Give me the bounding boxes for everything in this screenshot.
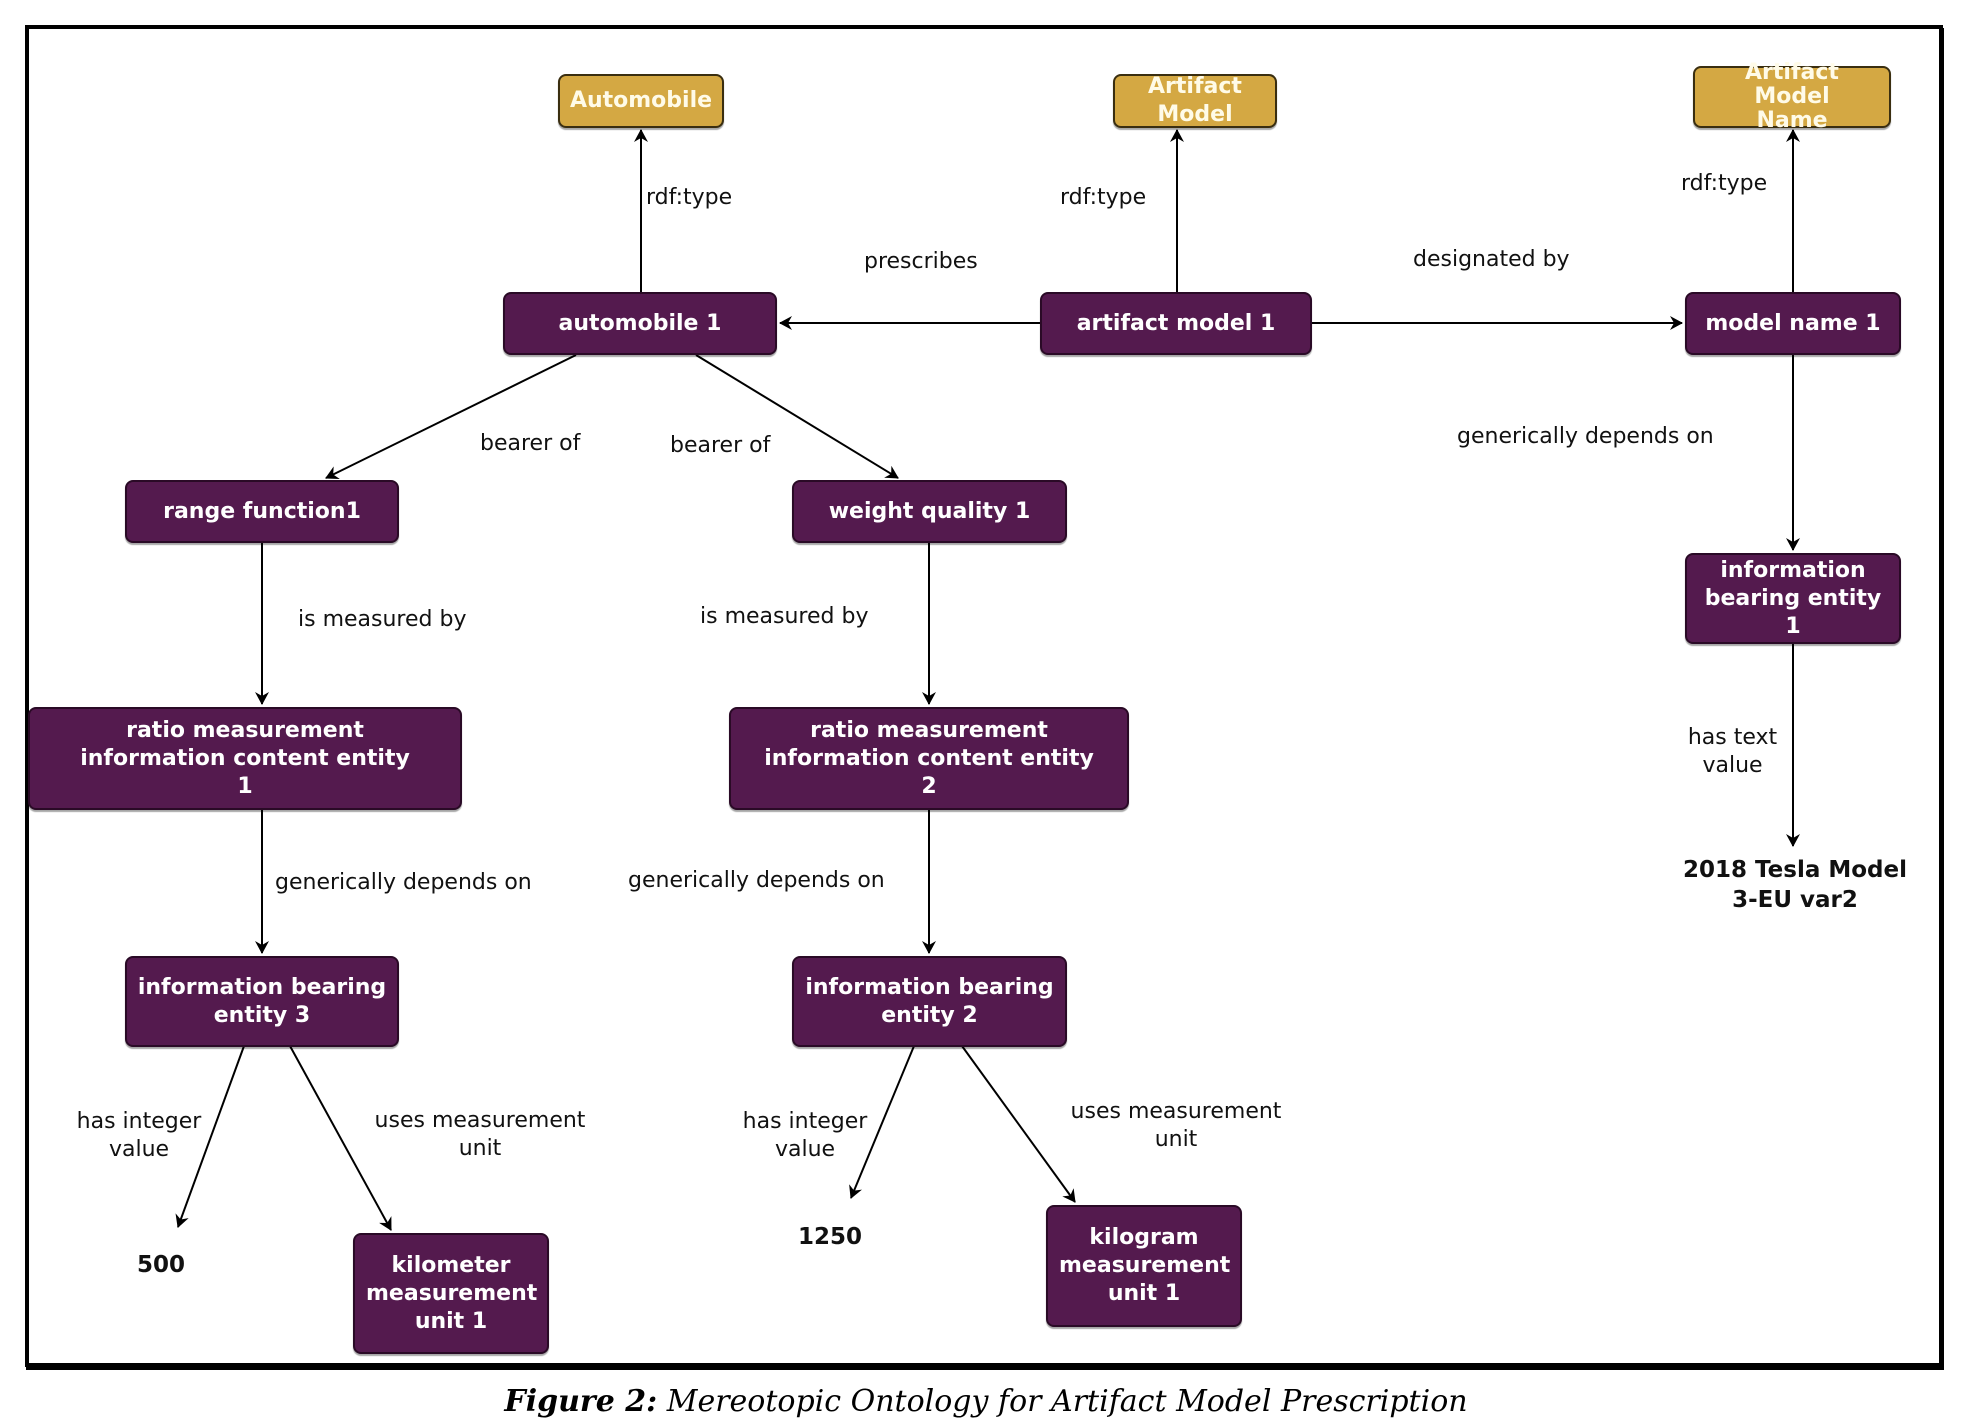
class-label: Artifact Model	[1148, 74, 1242, 127]
literal-range-value: 500	[136, 1252, 185, 1278]
node-weight-quality-1[interactable]: weight quality 1	[792, 480, 1067, 543]
node-automobile-1[interactable]: automobile 1	[503, 292, 777, 355]
class-node-automobile[interactable]: Automobile	[558, 74, 724, 128]
class-label: Artifact Model Name	[1745, 60, 1839, 133]
node-label: artifact model 1	[1076, 310, 1276, 336]
node-label: kilogram measurement unit 1	[1059, 1225, 1231, 1306]
edge-label-depends-on-name: generically depends on	[1457, 424, 1714, 449]
literal-model-name-text: 2018 Tesla Model 3-EU var2	[1683, 857, 1907, 913]
node-artifact-model-1[interactable]: artifact model 1	[1040, 292, 1312, 355]
caption-text: Mereotopic Ontology for Artifact Model P…	[666, 1384, 1468, 1419]
node-label: kilometer measurement unit 1	[366, 1252, 538, 1334]
node-range-function-1[interactable]: range function1	[125, 480, 399, 543]
edge-label-designated-by: designated by	[1413, 247, 1570, 272]
figure-caption: Figure 2: Mereotopic Ontology for Artifa…	[0, 1382, 1972, 1422]
class-label: Automobile	[569, 88, 713, 113]
edge-label-has-integer-value-1: has integer value	[76, 1109, 202, 1162]
edge-label-prescribes: prescribes	[864, 249, 978, 274]
edge-label-depends-on-2: generically depends on	[628, 868, 885, 893]
node-label: information bearing entity 1	[1704, 557, 1882, 639]
node-kilogram-unit-1[interactable]: kilogram measurement unit 1	[1046, 1205, 1242, 1327]
edge-label-model-name-type: rdf:type	[1681, 171, 1768, 196]
edge-label-bearer-of-weight: bearer of	[670, 433, 771, 458]
node-label: range function1	[163, 498, 361, 524]
edge-label-artifact-model-type: rdf:type	[1060, 185, 1147, 210]
node-label: information bearing entity 2	[805, 974, 1054, 1028]
node-ibe-3[interactable]: information bearing entity 3	[125, 956, 399, 1047]
class-node-artifact-model[interactable]: Artifact Model	[1113, 74, 1277, 128]
edge-label-uses-unit-2: uses measurement unit	[1070, 1099, 1282, 1152]
node-label: ratio measurement information content en…	[764, 717, 1094, 799]
edges-layer	[175, 129, 1800, 1231]
edge-label-has-integer-value-2: has integer value	[742, 1109, 868, 1162]
node-label: information bearing entity 3	[137, 974, 387, 1028]
node-label: automobile 1	[558, 310, 722, 336]
edge-label-depends-on-1: generically depends on	[275, 870, 532, 895]
node-ratio-mice-1[interactable]: ratio measurement information content en…	[28, 707, 462, 810]
node-label: model name 1	[1705, 310, 1881, 336]
node-ratio-mice-2[interactable]: ratio measurement information content en…	[729, 707, 1129, 810]
node-model-name-1[interactable]: model name 1	[1685, 292, 1901, 355]
node-ibe-1[interactable]: information bearing entity 1	[1685, 553, 1901, 644]
node-label: weight quality 1	[828, 498, 1031, 524]
node-label: ratio measurement information content en…	[80, 717, 410, 799]
caption-figure-number: Figure 2:	[504, 1384, 658, 1419]
literal-weight-value: 1250	[797, 1224, 862, 1250]
edge-label-has-text-value: has text value	[1687, 725, 1778, 778]
edge-bearer-of-range	[325, 354, 577, 479]
edge-label-bearer-of-range: bearer of	[480, 431, 581, 456]
edge-label-measured-by-weight: is measured by	[700, 604, 869, 629]
node-ibe-2[interactable]: information bearing entity 2	[792, 956, 1067, 1047]
edge-label-automobile-type: rdf:type	[646, 185, 733, 210]
edge-label-uses-unit-1: uses measurement unit	[374, 1108, 586, 1161]
node-kilometer-unit-1[interactable]: kilometer measurement unit 1	[353, 1233, 549, 1354]
edge-label-measured-by-range: is measured by	[298, 607, 467, 632]
class-node-artifact-model-name[interactable]: Artifact Model Name	[1693, 61, 1891, 133]
